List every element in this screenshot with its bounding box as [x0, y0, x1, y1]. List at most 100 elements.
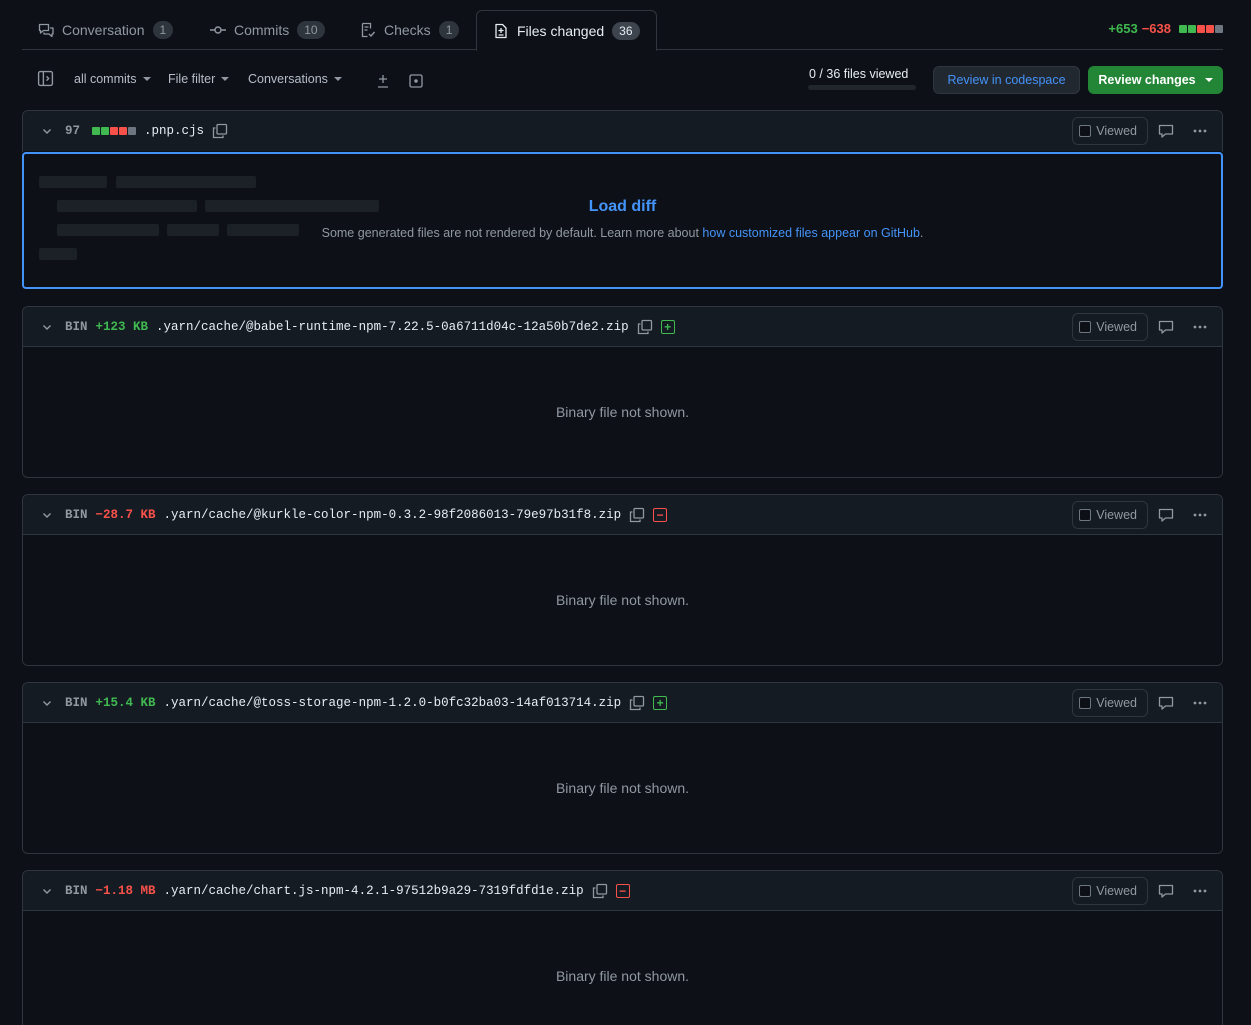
diffstat-blocks	[1179, 24, 1223, 33]
checkbox-icon	[1079, 509, 1092, 521]
chevron-down-icon[interactable]	[41, 697, 53, 709]
load-diff-panel[interactable]: Load diff Some generated files are not r…	[22, 152, 1223, 289]
files-viewed-count: 0 / 36 files viewed	[809, 67, 909, 81]
tab-commits[interactable]: Commits 10	[194, 10, 341, 50]
tab-files-changed[interactable]: Files changed 36	[476, 10, 657, 51]
chevron-down-icon[interactable]	[41, 125, 53, 137]
viewed-checkbox[interactable]: Viewed	[1072, 877, 1148, 905]
file-filter-label: File filter	[168, 72, 216, 86]
diffstat-block	[101, 127, 110, 135]
diffstat-block	[1179, 24, 1187, 33]
diffstat-block	[1215, 24, 1223, 33]
kebab-horizontal-icon[interactable]	[1192, 123, 1208, 139]
count-badge: 10	[297, 21, 325, 39]
copy-icon[interactable]	[592, 883, 608, 899]
caret-down-icon	[1204, 78, 1213, 82]
viewed-label: Viewed	[1096, 508, 1137, 522]
file-added-icon: +	[653, 695, 668, 710]
file-name[interactable]: .yarn/cache/chart.js-npm-4.2.1-97512b9a2…	[164, 884, 584, 898]
all-commits-dropdown[interactable]: all commits	[74, 72, 151, 86]
copy-icon[interactable]	[629, 507, 645, 523]
file-actions: Viewed	[1072, 501, 1208, 529]
file-actions: Viewed	[1072, 313, 1208, 341]
count-badge: 36	[612, 21, 640, 40]
customized-files-link[interactable]: how customized files appear on GitHub	[702, 226, 919, 240]
viewed-checkbox[interactable]: Viewed	[1072, 689, 1148, 717]
binary-placeholder: Binary file not shown.	[23, 347, 1222, 477]
git-commit-icon	[210, 26, 226, 34]
comment-icon[interactable]	[1158, 883, 1174, 899]
file-added-icon: +	[660, 319, 675, 334]
kebab-horizontal-icon[interactable]	[1192, 507, 1208, 523]
binary-placeholder: Binary file not shown.	[23, 723, 1222, 853]
viewed-label: Viewed	[1096, 696, 1137, 710]
file-diffstat-blocks	[92, 127, 137, 135]
file-filter-dropdown[interactable]: File filter	[168, 72, 230, 86]
comment-icon[interactable]	[1158, 319, 1174, 335]
file-name[interactable]: .yarn/cache/@kurkle-color-npm-0.3.2-98f2…	[164, 508, 622, 522]
file-name[interactable]: .yarn/cache/@babel-runtime-npm-7.22.5-0a…	[156, 320, 629, 334]
skeleton-line	[39, 176, 107, 188]
review-changes-label: Review changes	[1098, 73, 1196, 87]
conversations-dropdown[interactable]: Conversations	[248, 72, 342, 86]
files-toolbar: all commits File filter Conversations 0 …	[22, 50, 1223, 110]
load-diff-description: Some generated files are not rendered by…	[24, 226, 1221, 240]
caret-down-icon	[142, 77, 151, 81]
file-size-change: −1.18 MB	[95, 883, 156, 898]
checkbox-icon	[1079, 697, 1092, 709]
review-in-codespace-button[interactable]: Review in codespace	[933, 66, 1080, 94]
skeleton-line	[39, 248, 77, 260]
count-badge: 1	[438, 21, 460, 39]
file-name[interactable]: .pnp.cjs	[144, 124, 204, 138]
load-diff-text: Some generated files are not rendered by…	[321, 226, 703, 240]
tab-conversation[interactable]: Conversation 1	[22, 10, 189, 50]
file-size-change: −28.7 KB	[95, 507, 156, 522]
file-name[interactable]: .yarn/cache/@toss-storage-npm-1.2.0-b0fc…	[164, 696, 622, 710]
viewed-checkbox[interactable]: Viewed	[1072, 313, 1148, 341]
binary-tag: BIN	[65, 695, 88, 710]
file-actions: Viewed	[1072, 877, 1208, 905]
diffstat-block	[1206, 24, 1214, 33]
file-header: BIN −1.18 MB .yarn/cache/chart.js-npm-4.…	[23, 871, 1222, 911]
file-actions: Viewed	[1072, 117, 1208, 145]
comment-icon[interactable]	[1158, 695, 1174, 711]
viewed-label: Viewed	[1096, 320, 1137, 334]
copy-icon[interactable]	[637, 319, 653, 335]
file-diff-pnp: 97 .pnp.cjs Viewed	[22, 110, 1223, 152]
expand-all-icon[interactable]	[376, 73, 390, 89]
caret-down-icon	[333, 77, 342, 81]
tab-label: Conversation	[62, 22, 145, 38]
checkbox-icon	[1079, 125, 1092, 137]
diffstat-block	[92, 127, 101, 135]
copy-icon[interactable]	[629, 695, 645, 711]
kebab-horizontal-icon[interactable]	[1192, 883, 1208, 899]
diffstat-block	[1188, 24, 1196, 33]
comment-icon[interactable]	[1158, 507, 1174, 523]
all-commits-label: all commits	[74, 72, 137, 86]
review-changes-button[interactable]: Review changes	[1088, 66, 1223, 94]
settings-gear-icon[interactable]	[408, 73, 424, 89]
pr-tabbar: Conversation 1 Commits 10 Checks 1 Files…	[22, 10, 1223, 51]
load-diff-link[interactable]: Load diff	[24, 198, 1221, 216]
binary-tag: BIN	[65, 883, 88, 898]
comment-discussion-icon	[38, 23, 54, 38]
copy-icon[interactable]	[212, 123, 228, 139]
diffstat-block	[1197, 24, 1205, 33]
file-diff-binary: BIN +123 KB .yarn/cache/@babel-runtime-n…	[22, 306, 1223, 478]
kebab-horizontal-icon[interactable]	[1192, 695, 1208, 711]
comment-icon[interactable]	[1158, 123, 1174, 139]
sidebar-expand-icon[interactable]	[37, 70, 54, 87]
tab-checks[interactable]: Checks 1	[344, 10, 475, 50]
chevron-down-icon[interactable]	[41, 885, 53, 897]
file-removed-icon: −	[615, 883, 630, 898]
kebab-horizontal-icon[interactable]	[1192, 319, 1208, 335]
binary-placeholder: Binary file not shown.	[23, 535, 1222, 665]
viewed-checkbox[interactable]: Viewed	[1072, 117, 1148, 145]
binary-tag: BIN	[65, 319, 88, 334]
viewed-checkbox[interactable]: Viewed	[1072, 501, 1148, 529]
viewed-label: Viewed	[1096, 124, 1137, 138]
chevron-down-icon[interactable]	[41, 321, 53, 333]
additions-count: +653	[1108, 21, 1138, 36]
file-diff-binary: BIN −28.7 KB .yarn/cache/@kurkle-color-n…	[22, 494, 1223, 666]
chevron-down-icon[interactable]	[41, 509, 53, 521]
